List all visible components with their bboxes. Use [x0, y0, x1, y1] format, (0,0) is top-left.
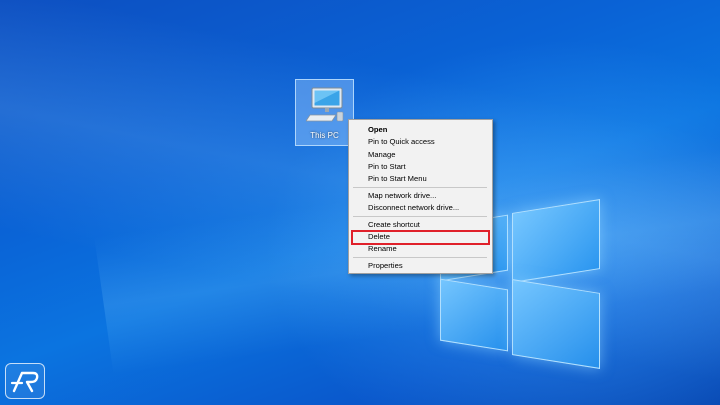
menu-item-manage[interactable]: Manage [352, 149, 489, 161]
menu-item-create-shortcut[interactable]: Create shortcut [352, 219, 489, 231]
menu-item-properties[interactable]: Properties [352, 260, 489, 272]
desktop-icon-label: This PC [310, 131, 339, 140]
menu-separator [353, 216, 487, 217]
desktop-icon-this-pc[interactable]: This PC [295, 79, 354, 146]
menu-item-open[interactable]: Open [352, 124, 489, 136]
menu-separator [353, 257, 487, 258]
menu-item-map-network-drive[interactable]: Map network drive... [352, 190, 489, 202]
menu-item-pin-to-start-menu[interactable]: Pin to Start Menu [352, 173, 489, 185]
menu-item-rename[interactable]: Rename [352, 243, 489, 255]
menu-item-pin-quick-access[interactable]: Pin to Quick access [352, 136, 489, 148]
menu-item-pin-to-start[interactable]: Pin to Start [352, 161, 489, 173]
menu-item-disconnect-network-drive[interactable]: Disconnect network drive... [352, 202, 489, 214]
computer-icon [306, 87, 344, 122]
brand-logo-icon [5, 363, 45, 399]
context-menu: Open Pin to Quick access Manage Pin to S… [348, 119, 493, 274]
desktop-background[interactable]: This PC Open Pin to Quick access Manage … [0, 0, 720, 405]
menu-separator [353, 187, 487, 188]
